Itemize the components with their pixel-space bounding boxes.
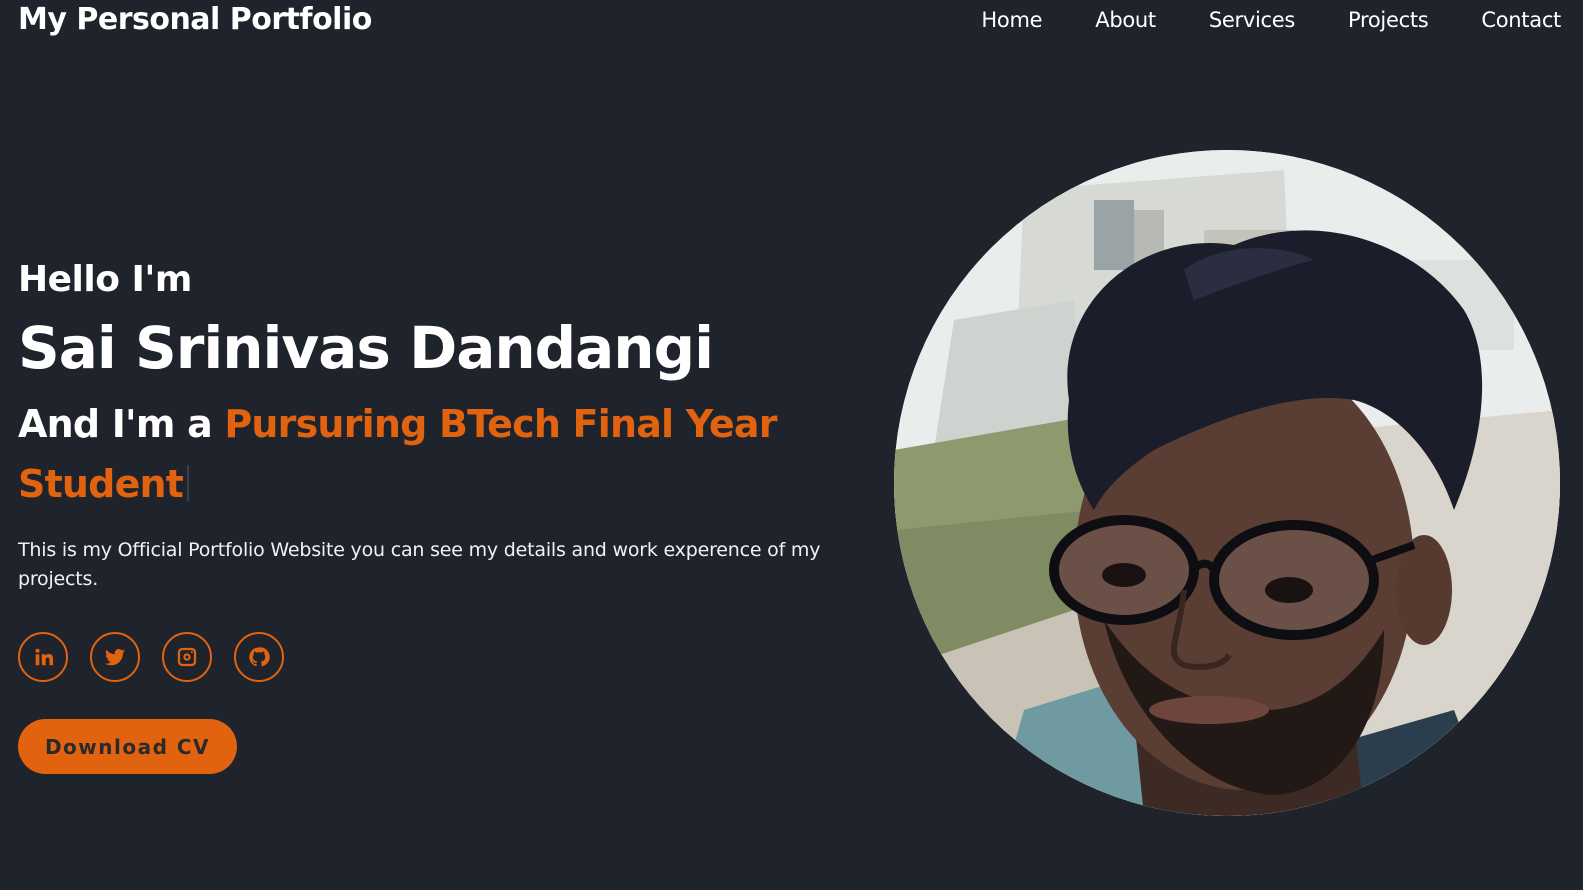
download-cv-button[interactable]: Download CV [18,719,237,774]
hero-text: Hello I'm Sai Srinivas Dandangi And I'm … [18,258,898,774]
github-link[interactable] [234,632,284,682]
profile-photo-illustration [894,150,1560,816]
site-logo[interactable]: My Personal Portfolio [18,2,372,37]
navbar: My Personal Portfolio Home About Service… [0,0,1583,44]
nav-link-contact[interactable]: Contact [1481,8,1561,32]
nav-link-home[interactable]: Home [981,8,1042,32]
instagram-icon [177,647,197,667]
twitter-link[interactable] [90,632,140,682]
github-icon [249,647,270,667]
typing-cursor [187,465,190,501]
nav-links: Home About Services Projects Contact [981,8,1561,32]
greeting: Hello I'm [18,259,192,300]
instagram-link[interactable] [162,632,212,682]
nav-item-about: About [1095,8,1156,32]
hero-name: Sai Srinivas Dandangi [18,314,714,382]
role-prefix: And I'm a [18,402,225,446]
twitter-icon [104,649,126,666]
nav-item-contact: Contact [1481,8,1561,32]
hero-bio: This is my Official Portfolio Website yo… [18,539,821,590]
hero-role: And I'm a Pursuring BTech Final Year Stu… [18,394,818,514]
social-links [18,632,898,682]
linkedin-icon [35,648,54,666]
linkedin-link[interactable] [18,632,68,682]
nav-link-about[interactable]: About [1095,8,1156,32]
nav-link-services[interactable]: Services [1209,8,1295,32]
nav-item-projects: Projects [1348,8,1429,32]
nav-item-services: Services [1209,8,1295,32]
nav-item-home: Home [981,8,1042,32]
nav-link-projects[interactable]: Projects [1348,8,1429,32]
profile-photo [894,150,1560,816]
